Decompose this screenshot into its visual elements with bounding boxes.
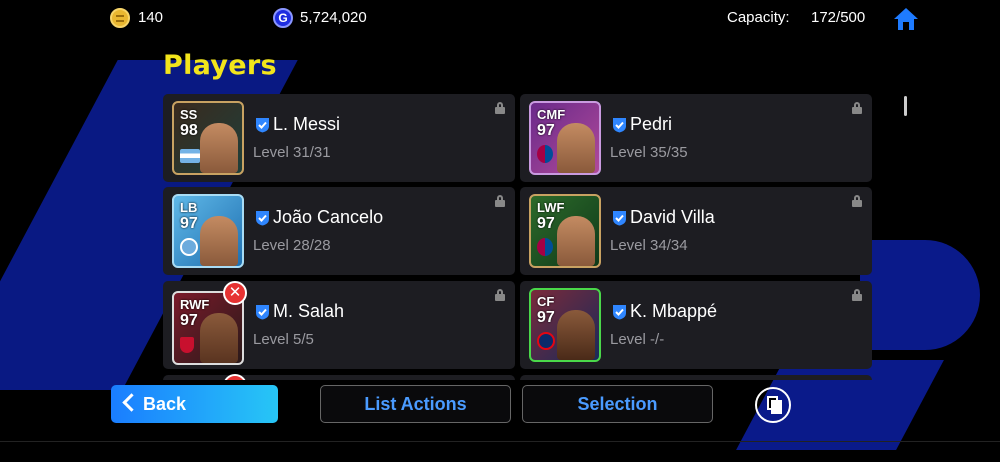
player-face [557,123,595,173]
back-button[interactable]: Back [111,385,278,423]
lock-icon [495,102,505,114]
top-bar: 140 G 5,724,020 Capacity: 172/500 [0,0,1000,36]
lock-icon [852,195,862,207]
verified-icon [613,211,626,226]
player-rating: 98 [180,122,198,139]
gp-icon: G [273,8,293,28]
lock-icon [852,102,862,114]
player-list[interactable]: SS 98 L. Messi Level 31/31 CMF 97 Pedri … [163,94,873,380]
player-card-image: CF 97 [529,288,601,362]
player-card[interactable]: LB 97 João Cancelo Level 28/28 [163,187,515,275]
verified-icon [256,305,269,320]
lock-icon [852,289,862,301]
player-card[interactable]: LWF 97 David Villa Level 34/34 [520,187,872,275]
player-rating: 97 [180,312,198,329]
gp-balance: 5,724,020 [300,9,367,26]
copy-icon[interactable] [755,387,791,423]
verified-icon [613,305,626,320]
player-rating: 97 [537,122,555,139]
background-shape [860,240,980,350]
player-position: CMF [537,107,566,122]
coin-balance: 140 [138,9,164,26]
remove-icon[interactable] [223,374,247,380]
player-card[interactable] [520,375,872,380]
player-level: Level 35/35 [610,144,688,161]
lock-icon [495,289,505,301]
player-name: K. Mbappé [630,301,718,321]
player-card[interactable] [163,374,515,380]
player-card-image: LWF 97 [529,194,601,268]
player-position: LWF [537,200,565,215]
player-name: L. Messi [273,114,341,134]
player-position: LB [180,200,198,215]
player-face [557,216,595,266]
verified-icon [613,118,626,133]
player-card-image: SS 98 [172,101,244,175]
player-card[interactable]: SS 98 L. Messi Level 31/31 [163,94,515,182]
player-level: Level 28/28 [253,237,331,254]
argentina-flag-icon [180,149,200,163]
player-level: Level -/- [610,331,665,348]
player-level: Level 31/31 [253,144,331,161]
player-name: João Cancelo [273,207,384,227]
player-rating: 97 [180,215,198,232]
player-level: Level 34/34 [610,237,688,254]
remove-icon[interactable]: ✕ [223,281,247,305]
chevron-left-icon [122,393,141,412]
player-card[interactable]: CMF 97 Pedri Level 35/35 [520,94,872,182]
capacity-value: 172/500 [811,9,866,26]
page-title: Players [163,50,277,81]
player-name: Pedri [630,114,673,134]
player-face [200,313,238,363]
player-name: David Villa [630,207,715,227]
player-rating: 97 [537,215,555,232]
scrollbar[interactable] [904,96,907,116]
home-icon[interactable] [893,6,919,32]
player-face [200,123,238,173]
verified-icon [256,118,269,133]
divider [0,441,1000,442]
player-rating: 97 [537,309,555,326]
player-face [557,310,595,360]
club-badge-icon [537,238,553,256]
coin-icon [110,8,130,28]
player-card[interactable]: CF 97 K. Mbappé Level -/- [520,281,872,369]
player-card-image: LB 97 [172,194,244,268]
lock-icon [495,195,505,207]
club-badge-icon [180,238,198,256]
player-face [200,216,238,266]
player-position: RWF [180,297,210,312]
club-badge-icon [180,337,194,353]
player-card[interactable]: RWF 97 ✕ M. Salah Level 5/5 [163,281,515,369]
club-badge-icon [537,332,555,350]
capacity-label: Capacity: [727,9,790,26]
player-position: CF [537,294,555,309]
player-level: Level 5/5 [253,331,314,348]
club-badge-icon [537,145,553,163]
player-name: M. Salah [273,301,345,321]
selection-button[interactable]: Selection [522,385,713,423]
verified-icon [256,211,269,226]
list-actions-button[interactable]: List Actions [320,385,511,423]
player-position: SS [180,107,198,122]
player-card-image: CMF 97 [529,101,601,175]
back-button-label: Back [143,394,187,414]
